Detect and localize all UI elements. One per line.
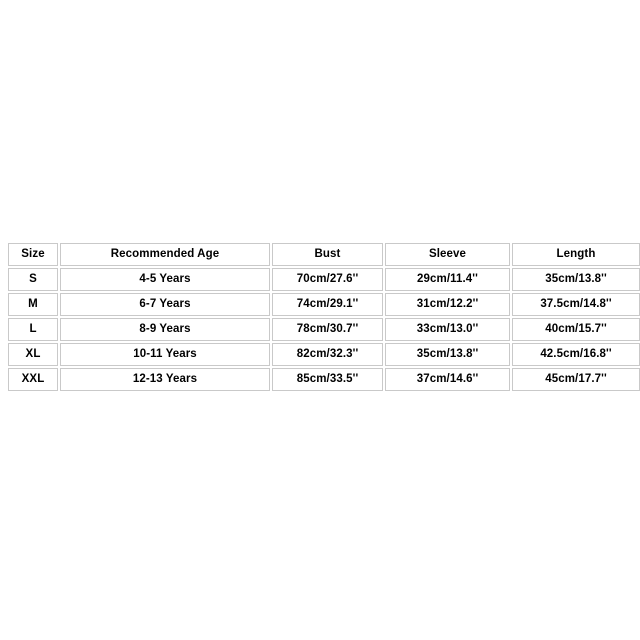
cell-age: 6-7 Years (60, 293, 270, 316)
table-row: XL 10-11 Years 82cm/32.3'' 35cm/13.8'' 4… (8, 343, 640, 366)
column-header-sleeve: Sleeve (385, 243, 510, 266)
table-row: S 4-5 Years 70cm/27.6'' 29cm/11.4'' 35cm… (8, 268, 640, 291)
cell-size: XXL (8, 368, 58, 391)
cell-age: 8-9 Years (60, 318, 270, 341)
cell-sleeve: 31cm/12.2'' (385, 293, 510, 316)
size-chart-header: Size Recommended Age Bust Sleeve Length (8, 243, 640, 266)
cell-length: 45cm/17.7'' (512, 368, 640, 391)
size-chart-container: Size Recommended Age Bust Sleeve Length … (6, 241, 640, 393)
cell-bust: 78cm/30.7'' (272, 318, 383, 341)
size-chart-body: S 4-5 Years 70cm/27.6'' 29cm/11.4'' 35cm… (8, 268, 640, 391)
cell-length: 35cm/13.8'' (512, 268, 640, 291)
cell-bust: 85cm/33.5'' (272, 368, 383, 391)
cell-age: 4-5 Years (60, 268, 270, 291)
cell-size: XL (8, 343, 58, 366)
cell-sleeve: 35cm/13.8'' (385, 343, 510, 366)
cell-size: S (8, 268, 58, 291)
cell-sleeve: 33cm/13.0'' (385, 318, 510, 341)
table-row: XXL 12-13 Years 85cm/33.5'' 37cm/14.6'' … (8, 368, 640, 391)
column-header-bust: Bust (272, 243, 383, 266)
table-row: M 6-7 Years 74cm/29.1'' 31cm/12.2'' 37.5… (8, 293, 640, 316)
cell-bust: 82cm/32.3'' (272, 343, 383, 366)
cell-length: 37.5cm/14.8'' (512, 293, 640, 316)
column-header-size: Size (8, 243, 58, 266)
size-chart-table: Size Recommended Age Bust Sleeve Length … (6, 241, 640, 393)
cell-size: M (8, 293, 58, 316)
column-header-recommended-age: Recommended Age (60, 243, 270, 266)
cell-bust: 74cm/29.1'' (272, 293, 383, 316)
column-header-length: Length (512, 243, 640, 266)
cell-length: 42.5cm/16.8'' (512, 343, 640, 366)
cell-age: 12-13 Years (60, 368, 270, 391)
cell-age: 10-11 Years (60, 343, 270, 366)
table-header-row: Size Recommended Age Bust Sleeve Length (8, 243, 640, 266)
cell-size: L (8, 318, 58, 341)
cell-bust: 70cm/27.6'' (272, 268, 383, 291)
cell-sleeve: 29cm/11.4'' (385, 268, 510, 291)
cell-sleeve: 37cm/14.6'' (385, 368, 510, 391)
cell-length: 40cm/15.7'' (512, 318, 640, 341)
table-row: L 8-9 Years 78cm/30.7'' 33cm/13.0'' 40cm… (8, 318, 640, 341)
